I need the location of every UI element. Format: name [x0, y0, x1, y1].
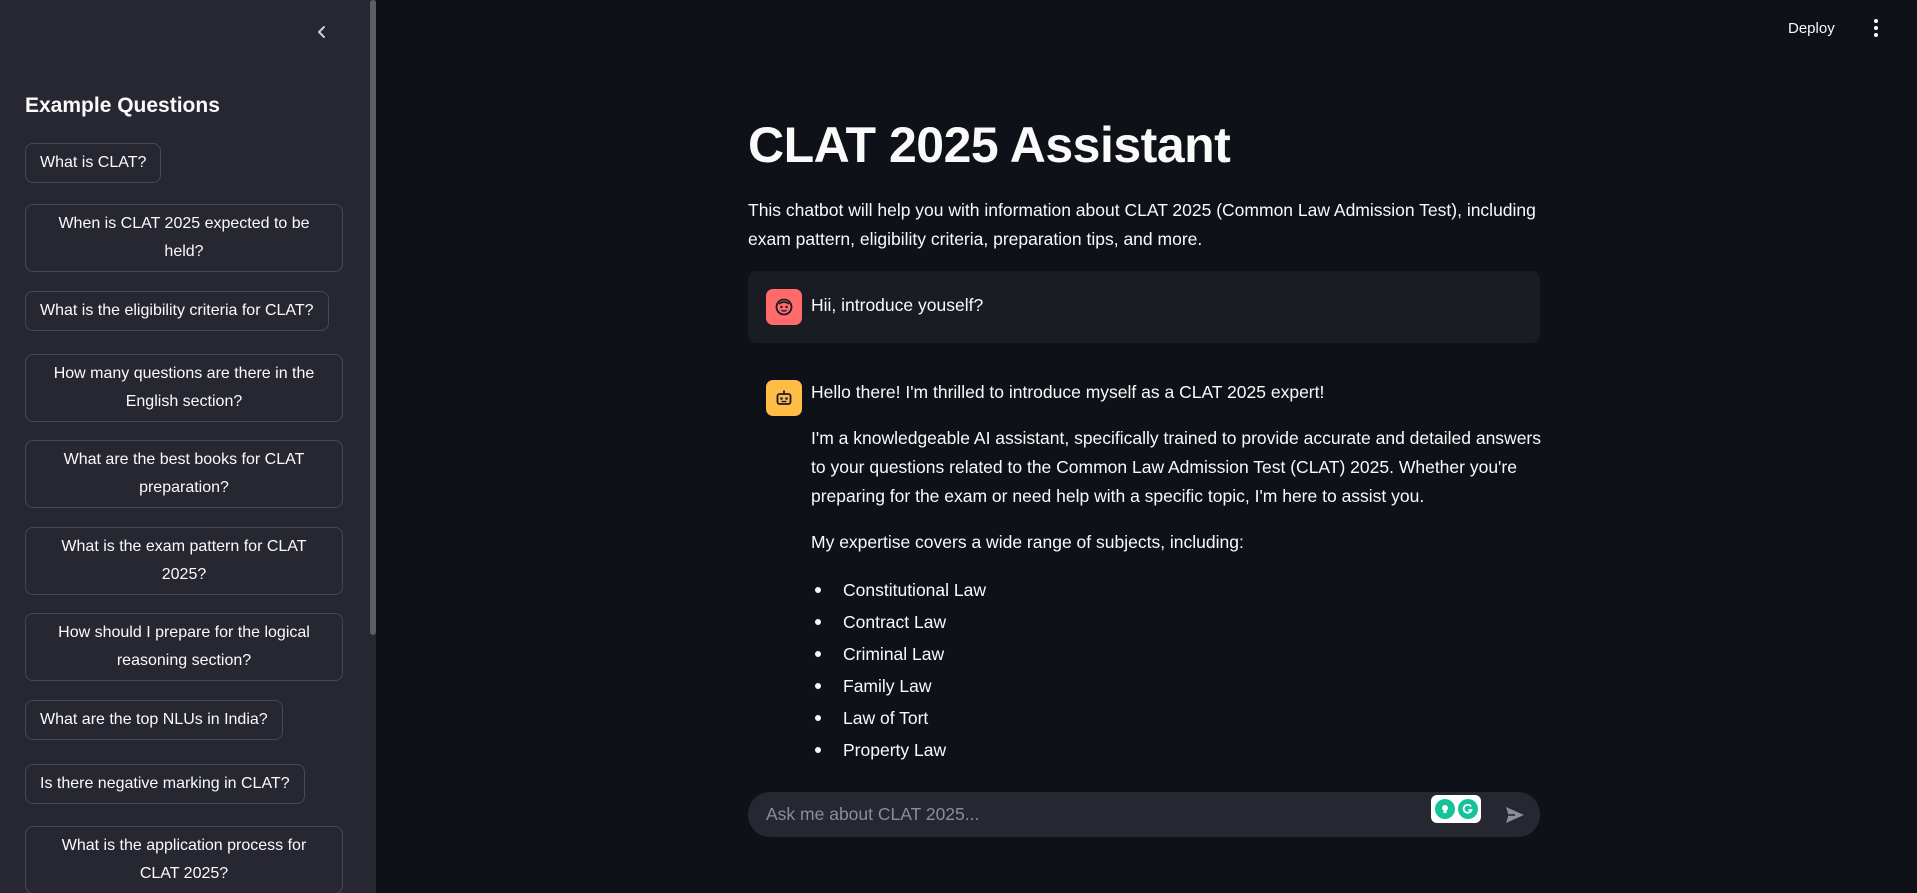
example-question-button[interactable]: What are the best books for CLAT prepara… [25, 440, 343, 508]
user-face-icon [775, 298, 793, 316]
assistant-paragraph: Hello there! I'm thrilled to introduce m… [811, 382, 1325, 402]
intro-text: This chatbot will help you with informat… [748, 200, 1536, 249]
assistant-avatar [766, 380, 802, 416]
list-item: Constitutional Law [811, 574, 1551, 606]
example-question-button[interactable]: What are the top NLUs in India? [25, 700, 283, 740]
assistant-paragraph: My expertise covers a wide range of subj… [811, 532, 1244, 552]
sidebar-heading: Example Questions [25, 94, 220, 117]
example-question-button[interactable]: What is the application process for CLAT… [25, 826, 343, 893]
list-item: Family Law [811, 670, 1551, 702]
more-vertical-icon [1874, 19, 1878, 23]
example-question-button[interactable]: Is there negative marking in CLAT? [25, 764, 305, 804]
lightbulb-icon [1434, 799, 1455, 819]
sidebar: Example Questions What is CLAT? When is … [0, 0, 376, 893]
list-item: Contract Law [811, 606, 1551, 638]
example-question-button[interactable]: What is CLAT? [25, 143, 162, 183]
list-item: Property Law [811, 734, 1551, 766]
assistant-paragraph: I'm a knowledgeable AI assistant, specif… [811, 428, 1542, 506]
main-menu-button[interactable] [1866, 16, 1886, 40]
example-question-button[interactable]: What is the eligibility criteria for CLA… [25, 291, 329, 331]
user-avatar [766, 289, 802, 325]
grammarly-widget[interactable] [1431, 795, 1481, 823]
grammarly-icon [1457, 799, 1478, 819]
example-question-button[interactable]: How should I prepare for the logical rea… [25, 613, 343, 681]
user-message-text: Hii, introduce youself? [811, 295, 984, 315]
send-button[interactable] [1502, 802, 1528, 828]
example-question-button[interactable]: When is CLAT 2025 expected to be held? [25, 204, 343, 272]
page-title: CLAT 2025 Assistant [748, 117, 1231, 173]
list-item: Criminal Law [811, 638, 1551, 670]
assistant-message: Hello there! I'm thrilled to introduce m… [811, 378, 1551, 766]
send-icon [1506, 807, 1524, 823]
example-question-button[interactable]: What is the exam pattern for CLAT 2025? [25, 527, 343, 595]
chat-input-bar [748, 792, 1540, 837]
chat-input[interactable] [766, 792, 1406, 837]
example-question-button[interactable]: How many questions are there in the Engl… [25, 354, 343, 422]
sidebar-scrollbar[interactable] [370, 0, 376, 635]
app-root: Example Questions What is CLAT? When is … [0, 0, 1917, 893]
user-message: Hii, introduce youself? [748, 271, 1540, 343]
collapse-sidebar-button[interactable] [310, 20, 334, 44]
chevron-left-icon [318, 26, 325, 38]
subject-list: Constitutional Law Contract Law Criminal… [811, 574, 1551, 766]
list-item: Law of Tort [811, 702, 1551, 734]
deploy-button[interactable]: Deploy [1788, 16, 1835, 40]
robot-icon [776, 390, 792, 405]
